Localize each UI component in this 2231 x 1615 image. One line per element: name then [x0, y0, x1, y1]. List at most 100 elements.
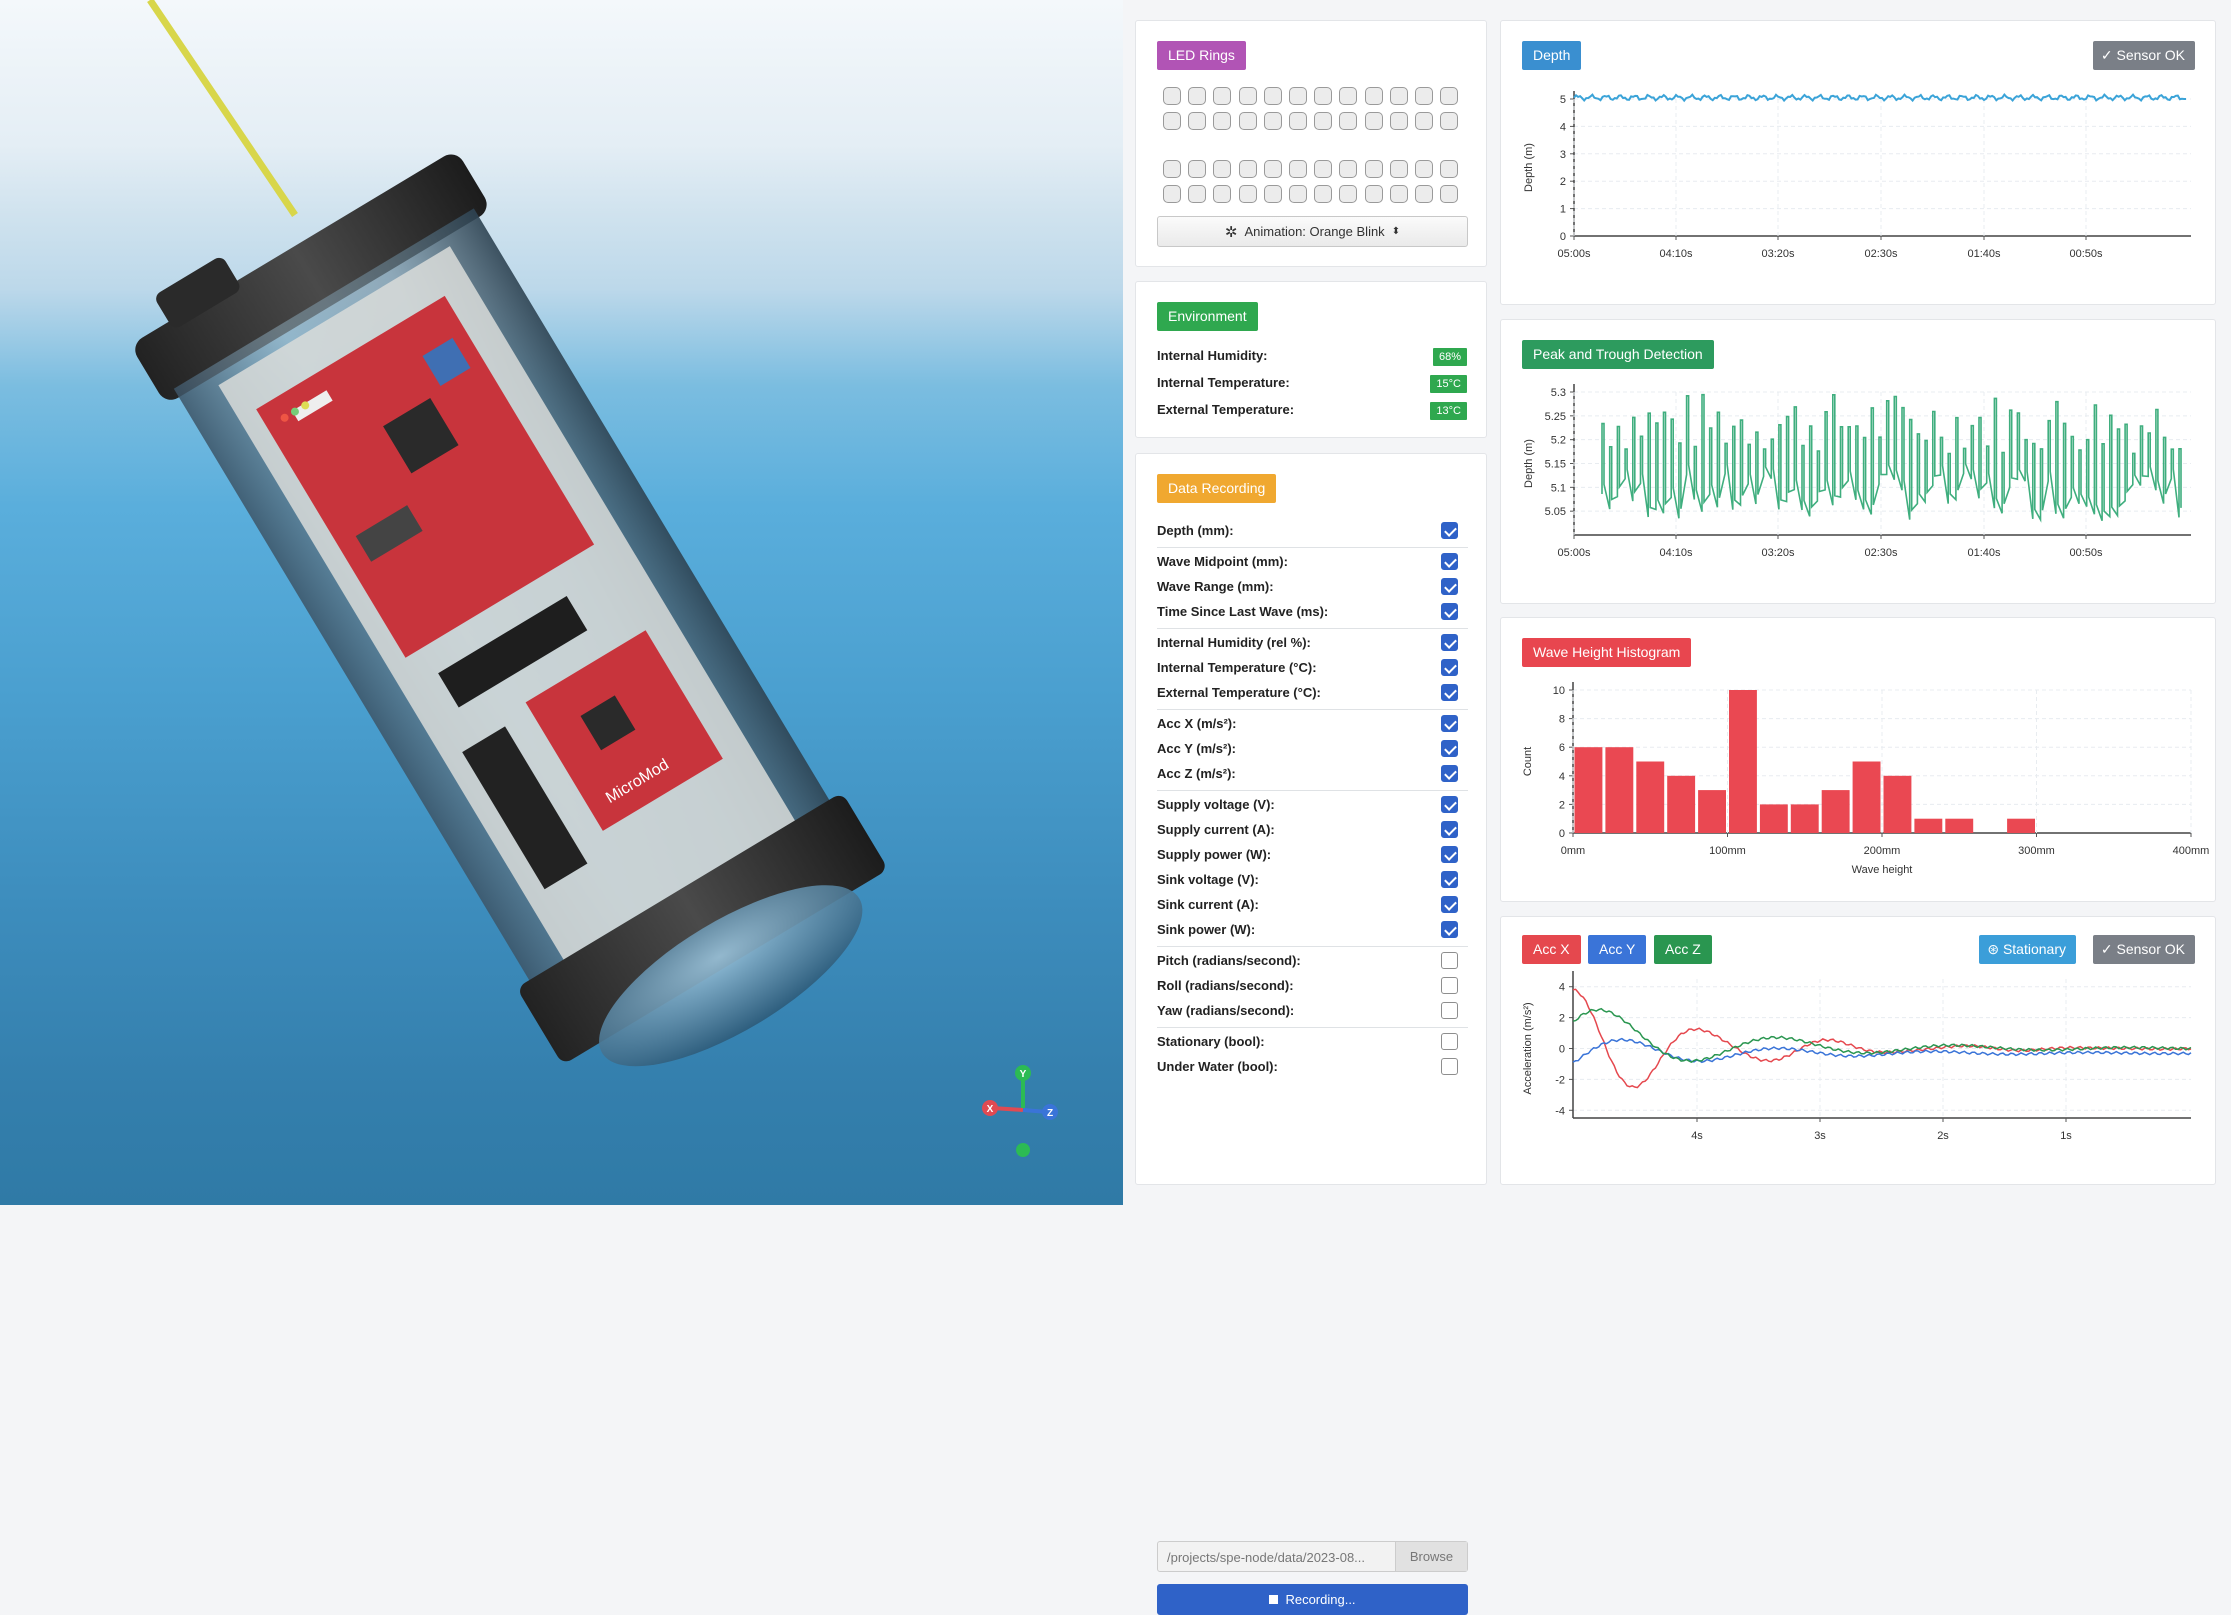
led-0-2[interactable] — [1213, 87, 1232, 105]
led-1-2[interactable] — [1213, 112, 1232, 130]
led-2-1[interactable] — [1188, 160, 1207, 178]
led-3-10[interactable] — [1414, 185, 1433, 203]
led-1-11[interactable] — [1440, 112, 1459, 130]
led-2-11[interactable] — [1440, 160, 1459, 178]
led-2-0[interactable] — [1163, 160, 1181, 178]
rec-checkbox-6[interactable] — [1441, 684, 1458, 701]
rec-checkbox-20[interactable] — [1441, 1058, 1458, 1075]
rec-checkbox-18[interactable] — [1441, 1002, 1458, 1019]
y-tick-label: 4 — [1560, 121, 1566, 133]
led-3-3[interactable] — [1238, 185, 1257, 203]
led-2-5[interactable] — [1288, 160, 1307, 178]
recording-button[interactable]: Recording... — [1157, 1584, 1468, 1615]
rec-label-11: Supply current (A): — [1157, 822, 1275, 837]
env-humidity-value: 68% — [1432, 348, 1467, 366]
led-1-10[interactable] — [1414, 112, 1433, 130]
led-1-8[interactable] — [1364, 112, 1383, 130]
led-0-0[interactable] — [1163, 87, 1181, 105]
rec-checkbox-10[interactable] — [1441, 796, 1458, 813]
led-2-9[interactable] — [1389, 160, 1408, 178]
rec-checkbox-12[interactable] — [1441, 846, 1458, 863]
x-tick-label: 01:40s — [1967, 248, 2001, 260]
x-tick-label: 02:30s — [1864, 547, 1898, 559]
led-1-3[interactable] — [1238, 112, 1257, 130]
led-0-1[interactable] — [1188, 87, 1207, 105]
3d-viewport[interactable]: MicroMod Y X Z — [0, 0, 1123, 1205]
x-tick-label: 04:10s — [1659, 547, 1693, 559]
output-path-field[interactable]: /projects/spe-node/data/2023-08... Brows… — [1157, 1541, 1468, 1572]
env-humidity-label: Internal Humidity: — [1157, 348, 1268, 363]
rec-checkbox-9[interactable] — [1441, 765, 1458, 782]
led-3-0[interactable] — [1163, 185, 1181, 203]
led-0-8[interactable] — [1364, 87, 1383, 105]
rec-checkbox-3[interactable] — [1441, 603, 1458, 620]
rec-checkbox-15[interactable] — [1441, 921, 1458, 938]
led-2-8[interactable] — [1364, 160, 1383, 178]
led-3-1[interactable] — [1188, 185, 1207, 203]
acc-series-line — [1572, 1007, 2192, 1064]
led-1-6[interactable] — [1314, 112, 1333, 130]
rec-checkbox-17[interactable] — [1441, 977, 1458, 994]
rec-label-7: Acc X (m/s²): — [1157, 716, 1237, 731]
x-tick-label: 400mm — [2173, 845, 2210, 857]
led-1-7[interactable] — [1339, 112, 1358, 130]
rec-checkbox-0[interactable] — [1441, 522, 1458, 539]
output-path-value: /projects/spe-node/data/2023-08... — [1167, 1550, 1366, 1565]
peak-trough-series — [1601, 393, 2182, 523]
led-2-10[interactable] — [1414, 160, 1433, 178]
histogram-bar — [1667, 775, 1696, 833]
led-0-7[interactable] — [1339, 87, 1358, 105]
led-1-9[interactable] — [1389, 112, 1408, 130]
browse-button[interactable]: Browse — [1395, 1542, 1467, 1571]
animation-select[interactable]: ✲ Animation: Orange Blink ⬍ — [1157, 216, 1468, 247]
updown-chevron-icon: ⬍ — [1391, 226, 1401, 237]
histogram-bar — [1790, 804, 1819, 833]
rec-checkbox-5[interactable] — [1441, 659, 1458, 676]
histogram-panel: Wave Height Histogram 0 2 4 6 8 10 Count 0mm 100… — [1500, 617, 2216, 902]
led-0-9[interactable] — [1389, 87, 1408, 105]
led-0-10[interactable] — [1414, 87, 1433, 105]
led-0-3[interactable] — [1238, 87, 1257, 105]
rec-checkbox-8[interactable] — [1441, 740, 1458, 757]
x-tick-label: 1s — [2060, 1130, 2072, 1142]
histogram-bar — [1883, 775, 1912, 833]
rec-checkbox-1[interactable] — [1441, 553, 1458, 570]
rec-checkbox-2[interactable] — [1441, 578, 1458, 595]
led-3-6[interactable] — [1314, 185, 1333, 203]
led-2-7[interactable] — [1339, 160, 1358, 178]
led-3-8[interactable] — [1364, 185, 1383, 203]
led-2-3[interactable] — [1238, 160, 1257, 178]
acceleration-chart: -4 -2 0 2 4 Acceleration (m/s²) 4s 3s 2s 1s — [1522, 971, 2192, 1142]
led-2-6[interactable] — [1314, 160, 1333, 178]
led-1-4[interactable] — [1263, 112, 1282, 130]
led-3-2[interactable] — [1213, 185, 1232, 203]
led-0-4[interactable] — [1263, 87, 1282, 105]
led-2-2[interactable] — [1213, 160, 1232, 178]
led-1-5[interactable] — [1288, 112, 1307, 130]
led-1-0[interactable] — [1163, 112, 1181, 130]
led-3-5[interactable] — [1288, 185, 1307, 203]
led-2-4[interactable] — [1263, 160, 1282, 178]
led-3-7[interactable] — [1339, 185, 1358, 203]
led-1-1[interactable] — [1188, 112, 1207, 130]
rec-separator — [1157, 790, 1468, 791]
led-3-11[interactable] — [1440, 185, 1459, 203]
rec-checkbox-13[interactable] — [1441, 871, 1458, 888]
cable — [147, 0, 298, 217]
led-0-6[interactable] — [1314, 87, 1333, 105]
led-0-11[interactable] — [1440, 87, 1459, 105]
rec-label-12: Supply power (W): — [1157, 847, 1272, 862]
rec-checkbox-4[interactable] — [1441, 634, 1458, 651]
rec-checkbox-14[interactable] — [1441, 896, 1458, 913]
rec-checkbox-19[interactable] — [1441, 1033, 1458, 1050]
y-tick-label: 5.05 — [1545, 506, 1566, 518]
rec-checkbox-11[interactable] — [1441, 821, 1458, 838]
y-tick-label: 5.2 — [1551, 435, 1566, 447]
led-3-4[interactable] — [1263, 185, 1282, 203]
axis-gizmo[interactable]: Y X Z — [982, 1065, 1058, 1157]
rec-label-17: Roll (radians/second): — [1157, 978, 1294, 993]
led-3-9[interactable] — [1389, 185, 1408, 203]
rec-checkbox-7[interactable] — [1441, 715, 1458, 732]
rec-checkbox-16[interactable] — [1441, 952, 1458, 969]
led-0-5[interactable] — [1288, 87, 1307, 105]
